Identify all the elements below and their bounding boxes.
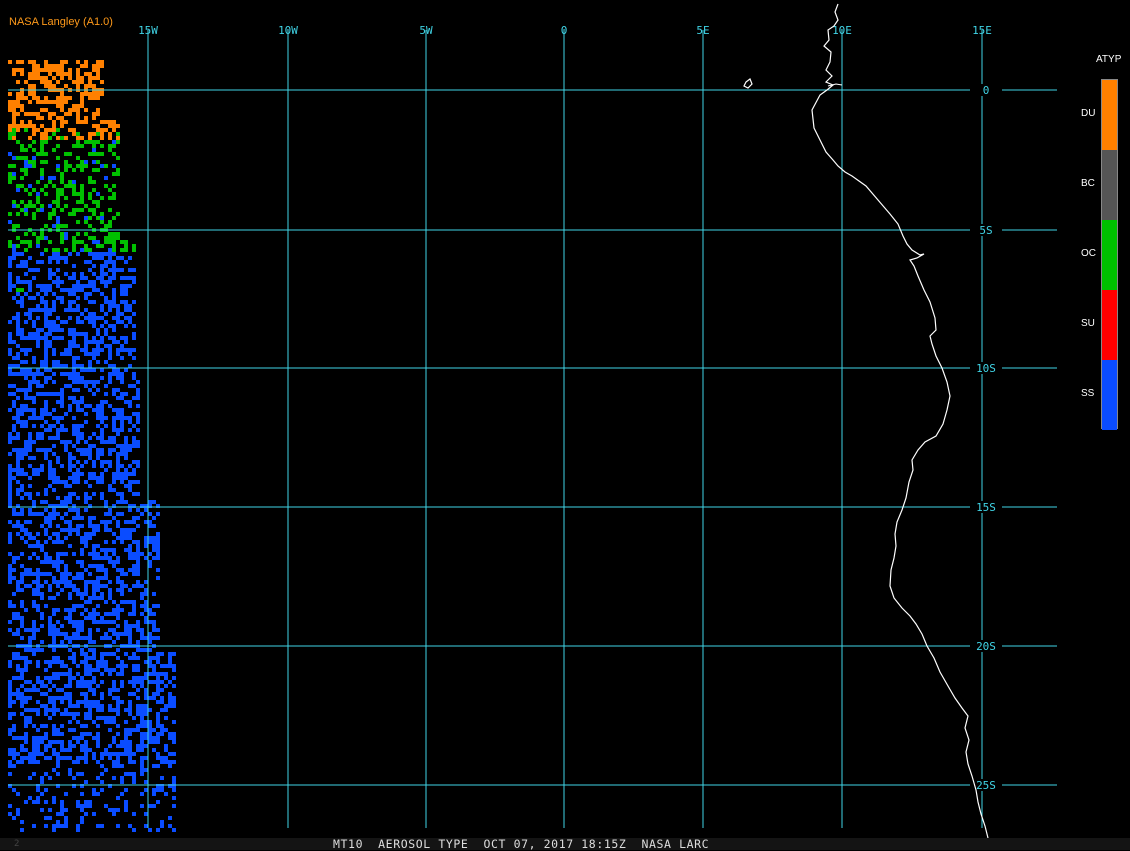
longitude-label: 10W bbox=[278, 24, 298, 37]
latitude-label: 20S bbox=[976, 640, 996, 653]
legend-label-du: DU bbox=[1081, 108, 1096, 119]
footer-caption: MT10 AEROSOL TYPE OCT 07, 2017 18:15Z NA… bbox=[333, 837, 710, 851]
legend-swatch-ss bbox=[1102, 360, 1117, 430]
longitude-label: 10E bbox=[832, 24, 852, 37]
frame-number: 2 bbox=[14, 839, 20, 849]
legend-swatch-du bbox=[1102, 80, 1117, 150]
legend-label-oc: OC bbox=[1081, 248, 1096, 259]
longitude-label: 15W bbox=[138, 24, 158, 37]
legend-label-su: SU bbox=[1081, 318, 1095, 329]
credit-text: NASA Langley (A1.0) bbox=[9, 16, 113, 28]
aerosol-type-retrievals bbox=[8, 60, 176, 832]
latitude-label: 0 bbox=[983, 84, 990, 97]
legend-label-bc: BC bbox=[1081, 178, 1095, 189]
latitude-label: 15S bbox=[976, 501, 996, 514]
longitude-label: 5E bbox=[696, 24, 709, 37]
latitude-label: 25S bbox=[976, 779, 996, 792]
legend-swatch-oc bbox=[1102, 220, 1117, 290]
latitude-label: 10S bbox=[976, 362, 996, 375]
longitude-label: 0 bbox=[561, 24, 568, 37]
legend-color-bar bbox=[1101, 79, 1118, 430]
legend-label-ss: SS bbox=[1081, 388, 1095, 399]
island-bioko bbox=[743, 78, 753, 89]
longitude-label: 15E bbox=[972, 24, 992, 37]
satellite-map: 15W 10W 5W 0 5E 10E 15E 0 5S 10S 15S 20S 25S bbox=[8, 3, 1057, 839]
latitude-label: 5S bbox=[979, 224, 992, 237]
legend-title: ATYP bbox=[1096, 54, 1122, 65]
africa-coastline bbox=[811, 3, 989, 839]
longitude-label: 5W bbox=[419, 24, 433, 37]
legend-swatch-su bbox=[1102, 290, 1117, 360]
legend-swatch-bc bbox=[1102, 150, 1117, 220]
